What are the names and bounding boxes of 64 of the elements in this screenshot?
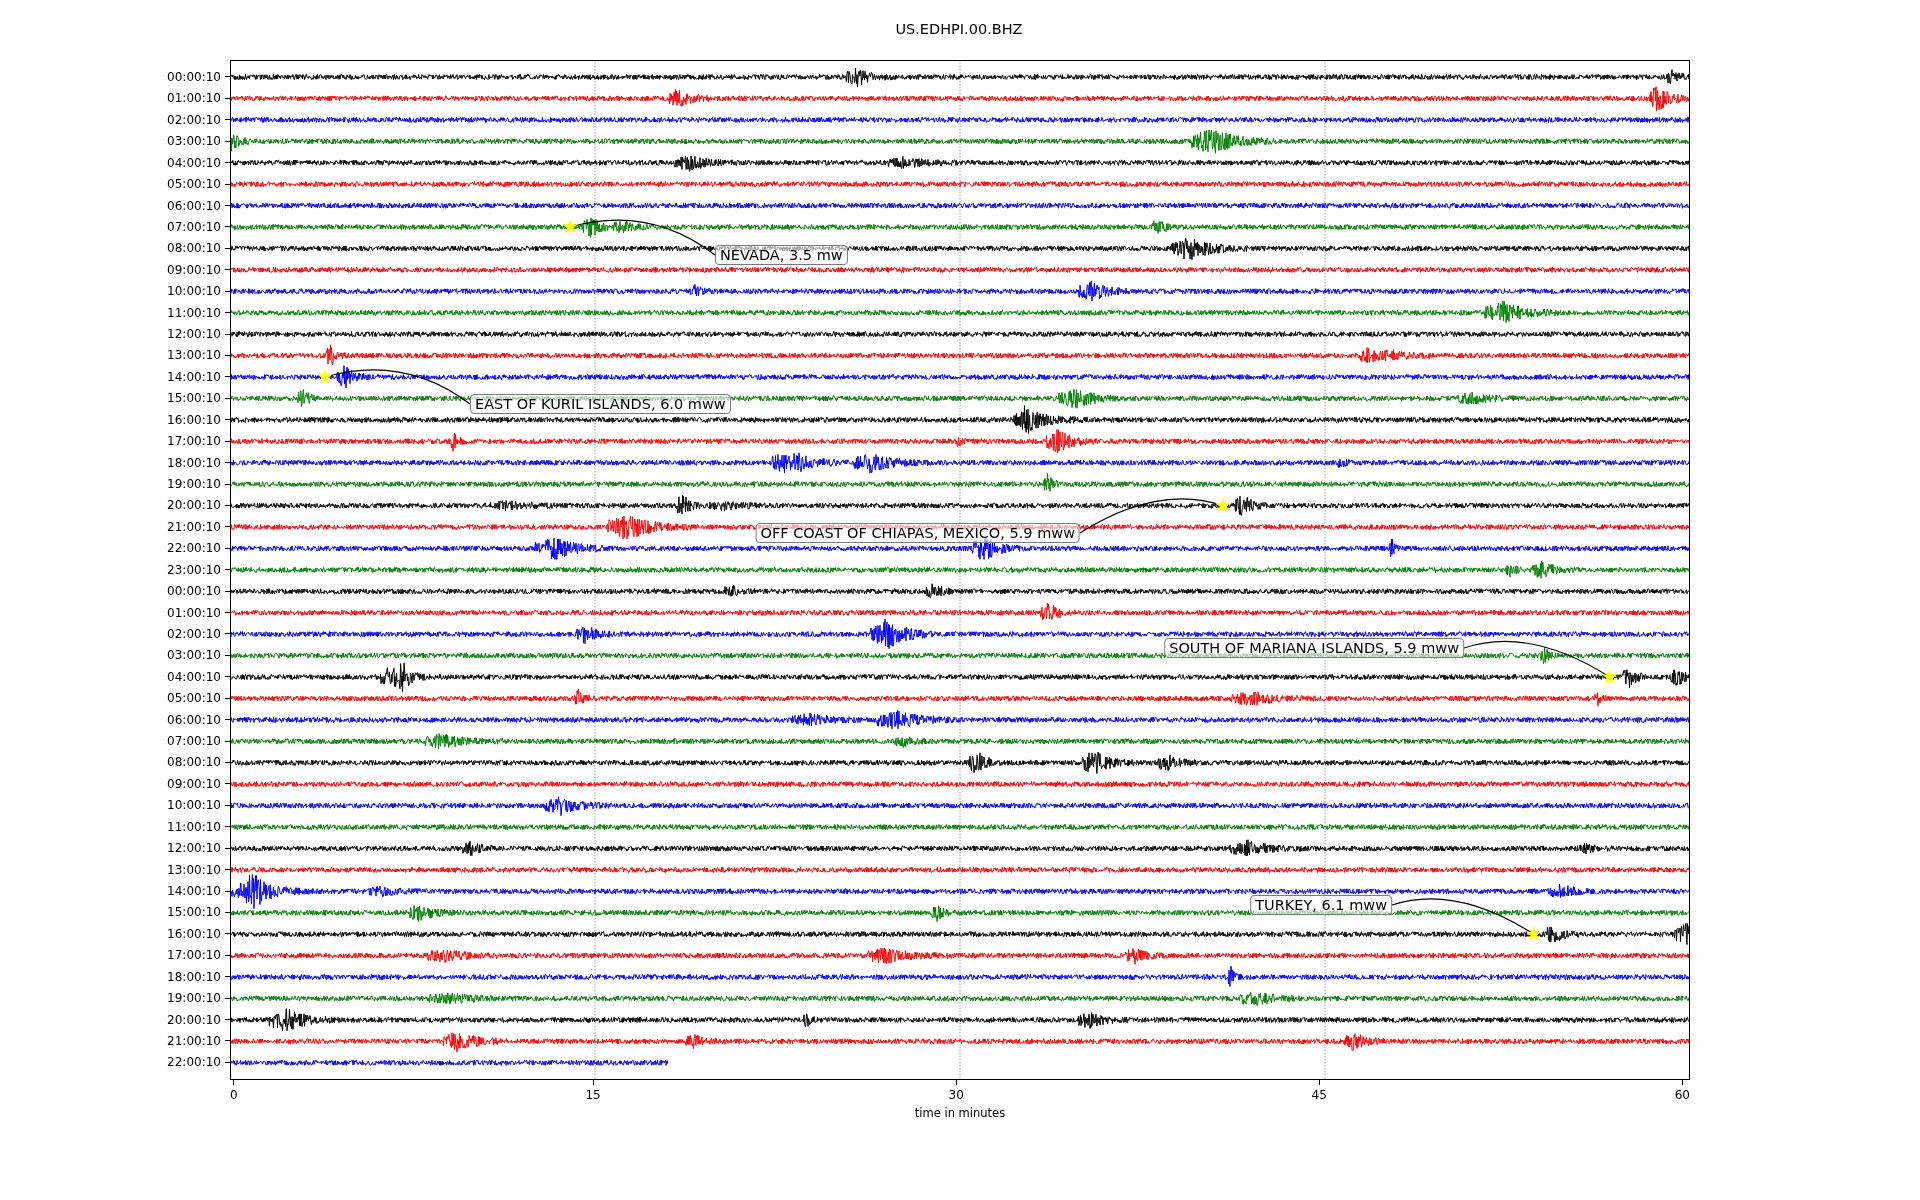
axis-tick-label: 03:00:10 [167, 648, 221, 663]
event-label: NEVADA, 3.5 mw [715, 245, 848, 265]
axis-tick-label: 30 [948, 1088, 964, 1102]
axis-tick-label: 19:00:10 [167, 477, 221, 491]
axis-tick-label: 15:00:10 [167, 905, 221, 920]
axis-tick-label: 14:00:10 [167, 884, 221, 898]
axis-tick-label: 13:00:10 [167, 862, 221, 877]
event-label: SOUTH OF MARIANA ISLANDS, 5.9 mww [1164, 638, 1464, 658]
axis-tick-label: 17:00:10 [167, 948, 221, 963]
axis-tick-label: 07:00:10 [167, 219, 221, 234]
axis-title: time in minutes [914, 1106, 1006, 1122]
star-icon [1526, 926, 1542, 941]
axis-tick-label: 22:00:10 [167, 541, 221, 556]
axis-tick-label: 0 [230, 1088, 238, 1102]
axis-tick-label: 20:00:10 [167, 1012, 221, 1027]
star-icon [562, 219, 578, 234]
axis-tick-label: 14:00:10 [167, 369, 221, 384]
axis-tick-label: 45 [1311, 1088, 1327, 1102]
event-label: OFF COAST OF CHIAPAS, MEXICO, 5.9 mww [755, 523, 1080, 543]
axis-tick-label: 06:00:10 [167, 198, 221, 213]
axis-tick-label: 09:00:10 [167, 776, 221, 791]
star-icon [317, 369, 333, 384]
chart-title: US.EDHPI.00.BHZ [895, 21, 1023, 37]
axis-tick-label: 00:00:10 [167, 584, 221, 599]
event-label: TURKEY, 6.1 mww [1250, 895, 1392, 915]
axis-tick-label: 07:00:10 [167, 734, 221, 749]
star-icon [1602, 669, 1618, 684]
axis-tick-label: 06:00:10 [167, 712, 221, 727]
event-label: EAST OF KURIL ISLANDS, 6.0 mww [470, 394, 731, 414]
axis-tick-label: 02:00:10 [167, 626, 221, 641]
axis-tick-label: 15:00:10 [167, 391, 221, 406]
axis-tick-label: 05:00:10 [167, 177, 221, 192]
axis-tick-label: 05:00:10 [167, 691, 221, 706]
axis-tick-label: 21:00:10 [167, 519, 221, 534]
axis-tick-label: 12:00:10 [167, 841, 221, 856]
axis-tick-label: 20:00:10 [167, 498, 221, 513]
axis-tick-label: 21:00:10 [167, 1033, 221, 1048]
axis-tick-label: 19:00:10 [167, 991, 221, 1006]
axis-tick-label: 17:00:10 [167, 434, 221, 449]
axis-tick-label: 22:00:10 [167, 1055, 221, 1070]
axis-tick-label: 12:00:10 [167, 327, 221, 342]
axis-tick-label: 03:00:10 [167, 134, 221, 149]
axis-tick-label: 02:00:10 [167, 112, 221, 127]
axis-tick-label: 15 [585, 1088, 601, 1102]
axis-tick-label: 08:00:10 [167, 755, 221, 770]
axis-tick-label: 11:00:10 [167, 305, 221, 320]
axis-tick-label: 18:00:10 [167, 455, 221, 470]
axis-tick-label: 10:00:10 [167, 284, 221, 299]
axis-tick-label: 16:00:10 [167, 412, 221, 427]
axis-tick-label: 09:00:10 [167, 262, 221, 277]
axis-tick-label: 60 [1674, 1088, 1690, 1102]
star-icon [1215, 497, 1231, 513]
axis-tick-label: 16:00:10 [167, 926, 221, 941]
axis-tick-label: 13:00:10 [167, 348, 221, 363]
axis-tick-label: 11:00:10 [167, 819, 221, 834]
axis-tick-label: 04:00:10 [167, 155, 221, 170]
axis-tick-label: 08:00:10 [167, 241, 221, 256]
axis-tick-label: 10:00:10 [167, 798, 221, 813]
axis-tick-label: 18:00:10 [167, 969, 221, 984]
axis-tick-label: 23:00:10 [167, 562, 221, 577]
axis-tick-label: 04:00:10 [167, 669, 221, 684]
axis-tick-label: 00:00:10 [167, 70, 221, 84]
axis-tick-label: 01:00:10 [167, 605, 221, 620]
axis-tick-label: 01:00:10 [167, 91, 221, 106]
